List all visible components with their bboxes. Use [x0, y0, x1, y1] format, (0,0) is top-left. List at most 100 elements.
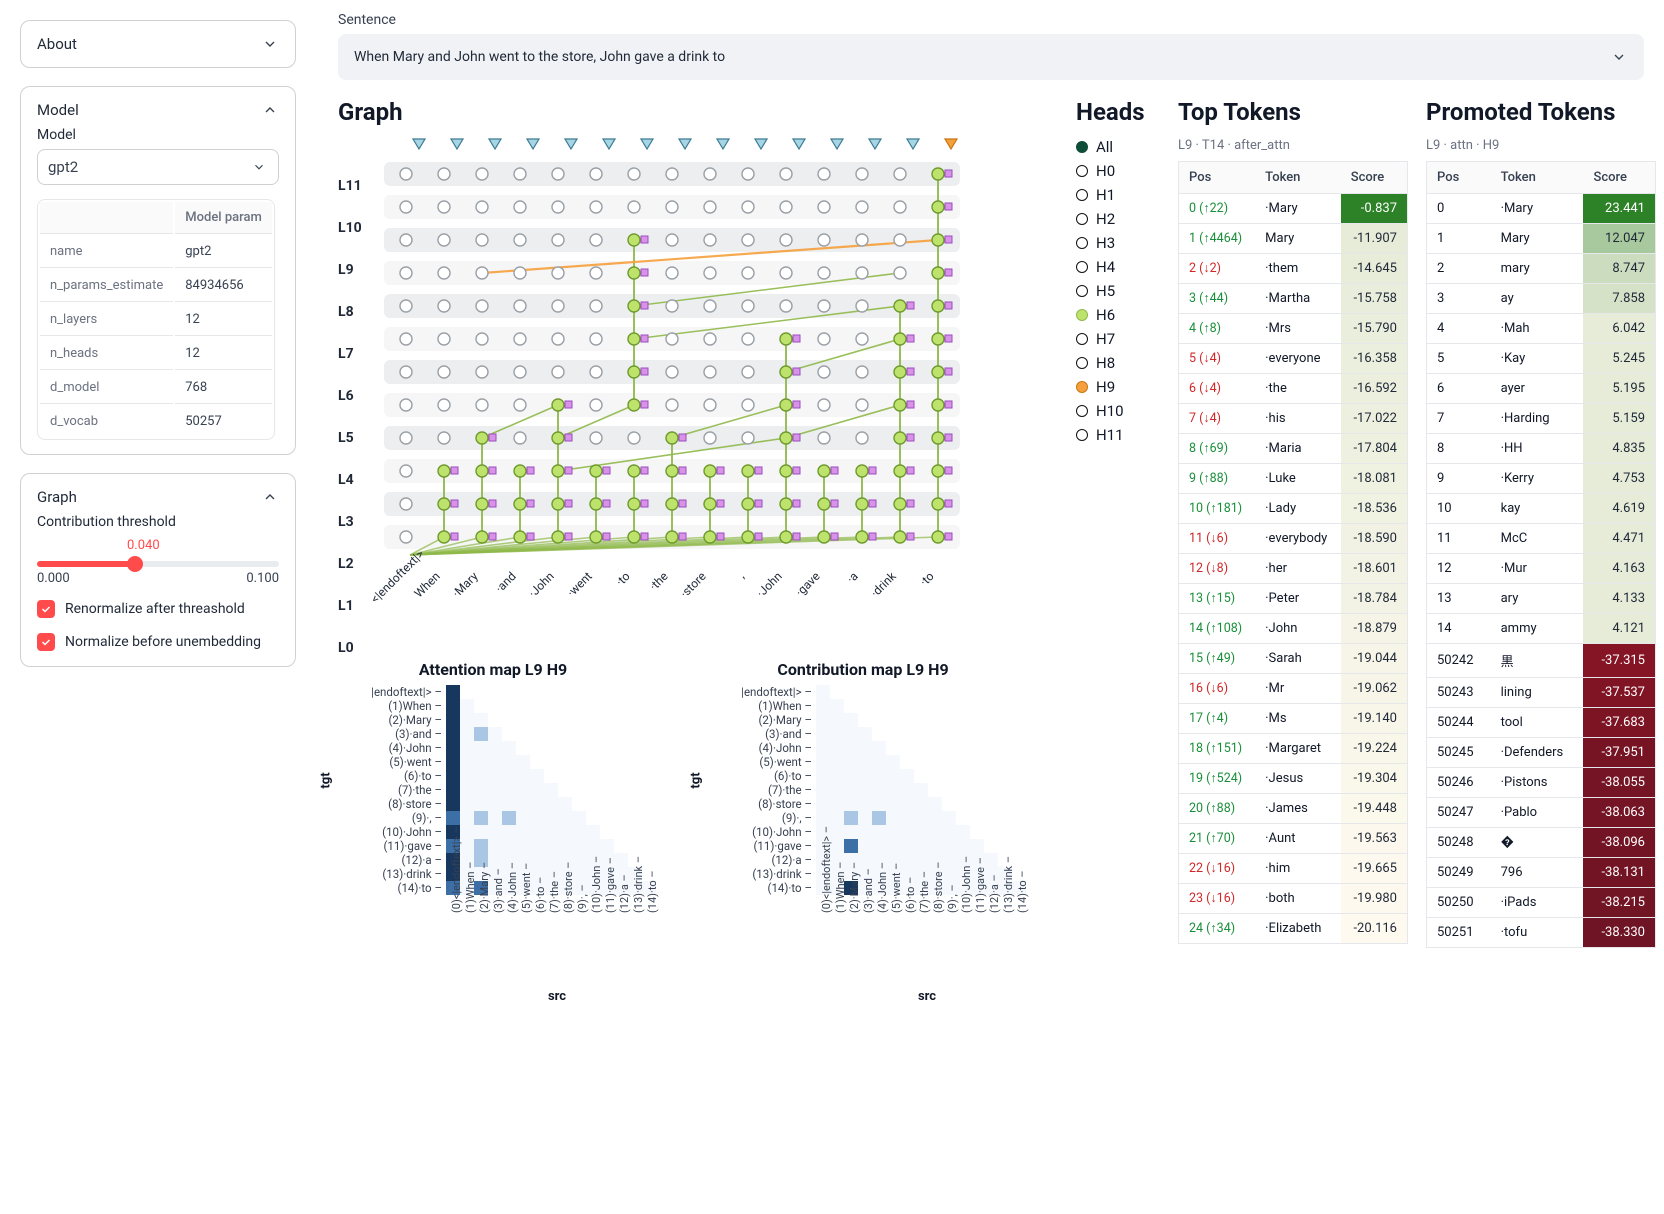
table-row: 20 (↑88)·James-19.448 [1179, 794, 1408, 824]
heads-item-h2[interactable]: H2 [1076, 210, 1160, 228]
promoted-title: Promoted Tokens [1426, 98, 1656, 126]
cell-score: 12.047 [1583, 224, 1655, 254]
token-marker-icon[interactable] [742, 138, 780, 150]
table-row: 11 (↓6)·everybody-18.590 [1179, 524, 1408, 554]
cell-score: -37.537 [1583, 678, 1655, 708]
heatmap-x-label: (11)·gave – [974, 899, 987, 913]
table-header: Model param [175, 202, 272, 234]
top-tokens-subtitle: L9 · T14 · after_attn [1178, 138, 1408, 153]
cell-score: 8.747 [1583, 254, 1655, 284]
heatmap-y-label: (1)When – [342, 699, 442, 713]
cell-token: McC [1491, 524, 1584, 554]
token-marker-icon[interactable] [438, 138, 476, 150]
model-select-label: Model [37, 127, 279, 143]
contribution-map[interactable]: Contribution map L9 H9 tgt |endoftext|> … [708, 660, 1018, 1004]
cell-token: ·Ms [1255, 704, 1341, 734]
table-row: 21 (↑70)·Aunt-19.563 [1179, 824, 1408, 854]
about-card[interactable]: About [20, 20, 296, 68]
token-marker-icon[interactable] [780, 138, 818, 150]
model-card-header[interactable]: Model [37, 101, 279, 119]
cell-pos: 50250 [1427, 888, 1491, 918]
token-marker-icon[interactable] [894, 138, 932, 150]
cell-token: ·him [1255, 854, 1341, 884]
table-header: Token [1491, 162, 1584, 194]
heads-item-h11[interactable]: H11 [1076, 426, 1160, 444]
heatmap-x-label: (6)·to – [534, 899, 547, 913]
token-marker-icon[interactable] [818, 138, 856, 150]
token-label: ·store [672, 569, 709, 606]
token-marker-icon[interactable] [552, 138, 590, 150]
cell-score: -18.536 [1341, 494, 1408, 524]
head-label: H10 [1096, 402, 1124, 420]
cell-token: ·Elizabeth [1255, 914, 1341, 944]
model-select[interactable]: gpt2 [37, 149, 279, 185]
table-row: 10 (↑181)·Lady-18.536 [1179, 494, 1408, 524]
cell-token: Mary [1491, 224, 1584, 254]
heads-item-h3[interactable]: H3 [1076, 234, 1160, 252]
normalize-checkbox[interactable] [37, 633, 55, 651]
token-marker-icon[interactable] [932, 138, 970, 150]
token-marker-icon[interactable] [476, 138, 514, 150]
heatmap-y-label: (8)·store – [342, 797, 442, 811]
cell-token: ·iPads [1491, 888, 1584, 918]
renormalize-checkbox[interactable] [37, 600, 55, 618]
graph-card-header[interactable]: Graph [37, 488, 279, 506]
chevron-up-icon [261, 488, 279, 506]
heads-item-h0[interactable]: H0 [1076, 162, 1160, 180]
cell-pos: 4 [1427, 314, 1491, 344]
heads-item-h8[interactable]: H8 [1076, 354, 1160, 372]
cell-score: -37.951 [1583, 738, 1655, 768]
table-row: 19 (↑524)·Jesus-19.304 [1179, 764, 1408, 794]
cell-score: -19.563 [1341, 824, 1408, 854]
table-row: d_model768 [40, 372, 272, 404]
heatmap-y-label: (5)·went – [342, 755, 442, 769]
heatmap-y-label: (11)·gave – [712, 839, 812, 853]
cell-token: ·Mah [1491, 314, 1584, 344]
table-row: 7·Harding5.159 [1427, 404, 1656, 434]
token-label: ·the [634, 569, 671, 606]
cell-score: 5.159 [1583, 404, 1655, 434]
heads-item-h10[interactable]: H10 [1076, 402, 1160, 420]
token-marker-icon[interactable] [856, 138, 894, 150]
token-marker-icon[interactable] [666, 138, 704, 150]
heads-item-all[interactable]: All [1076, 138, 1160, 156]
table-row: 13ary4.133 [1427, 584, 1656, 614]
token-marker-icon[interactable] [590, 138, 628, 150]
cell-token: ·Maria [1255, 434, 1341, 464]
graph-viz[interactable]: L11L10L9L8L7L6L5L4L3L2L1L0 <|endoftext|>… [378, 138, 1018, 642]
threshold-slider[interactable] [37, 561, 279, 567]
cell-token: ·the [1255, 374, 1341, 404]
axis-label-y: tgt [319, 772, 334, 788]
token-marker-icon[interactable] [400, 138, 438, 150]
heads-item-h6[interactable]: H6 [1076, 306, 1160, 324]
cell-token: ·his [1255, 404, 1341, 434]
layer-label: L8 [338, 296, 362, 329]
heads-item-h1[interactable]: H1 [1076, 186, 1160, 204]
heatmap-x-label: (7)·the – [918, 899, 931, 913]
sentence-expander[interactable]: When Mary and John went to the store, Jo… [338, 34, 1644, 80]
heads-item-h5[interactable]: H5 [1076, 282, 1160, 300]
head-dot-icon [1076, 429, 1088, 441]
cell-score: -19.062 [1341, 674, 1408, 704]
param-value: 12 [175, 338, 272, 370]
head-label: H0 [1096, 162, 1115, 180]
table-row: 11McC4.471 [1427, 524, 1656, 554]
token-marker-icon[interactable] [704, 138, 742, 150]
param-value: 84934656 [175, 270, 272, 302]
heatmap-x-label: (12)·a – [988, 899, 1001, 913]
table-row: 14ammy4.121 [1427, 614, 1656, 644]
cell-pos: 0 (↑22) [1179, 194, 1256, 224]
heads-item-h4[interactable]: H4 [1076, 258, 1160, 276]
heatmap-y-label: |endoftext|> – [342, 685, 442, 699]
head-dot-icon [1076, 237, 1088, 249]
cell-pos: 21 (↑70) [1179, 824, 1256, 854]
attention-map[interactable]: Attention map L9 H9 tgt |endoftext|> –(1… [338, 660, 648, 1004]
cell-pos: 12 [1427, 554, 1491, 584]
heads-item-h7[interactable]: H7 [1076, 330, 1160, 348]
token-marker-icon[interactable] [514, 138, 552, 150]
cell-score: 23.441 [1583, 194, 1655, 224]
heads-item-h9[interactable]: H9 [1076, 378, 1160, 396]
cell-score: -16.358 [1341, 344, 1408, 374]
token-marker-icon[interactable] [628, 138, 666, 150]
cell-pos: 23 (↓16) [1179, 884, 1256, 914]
